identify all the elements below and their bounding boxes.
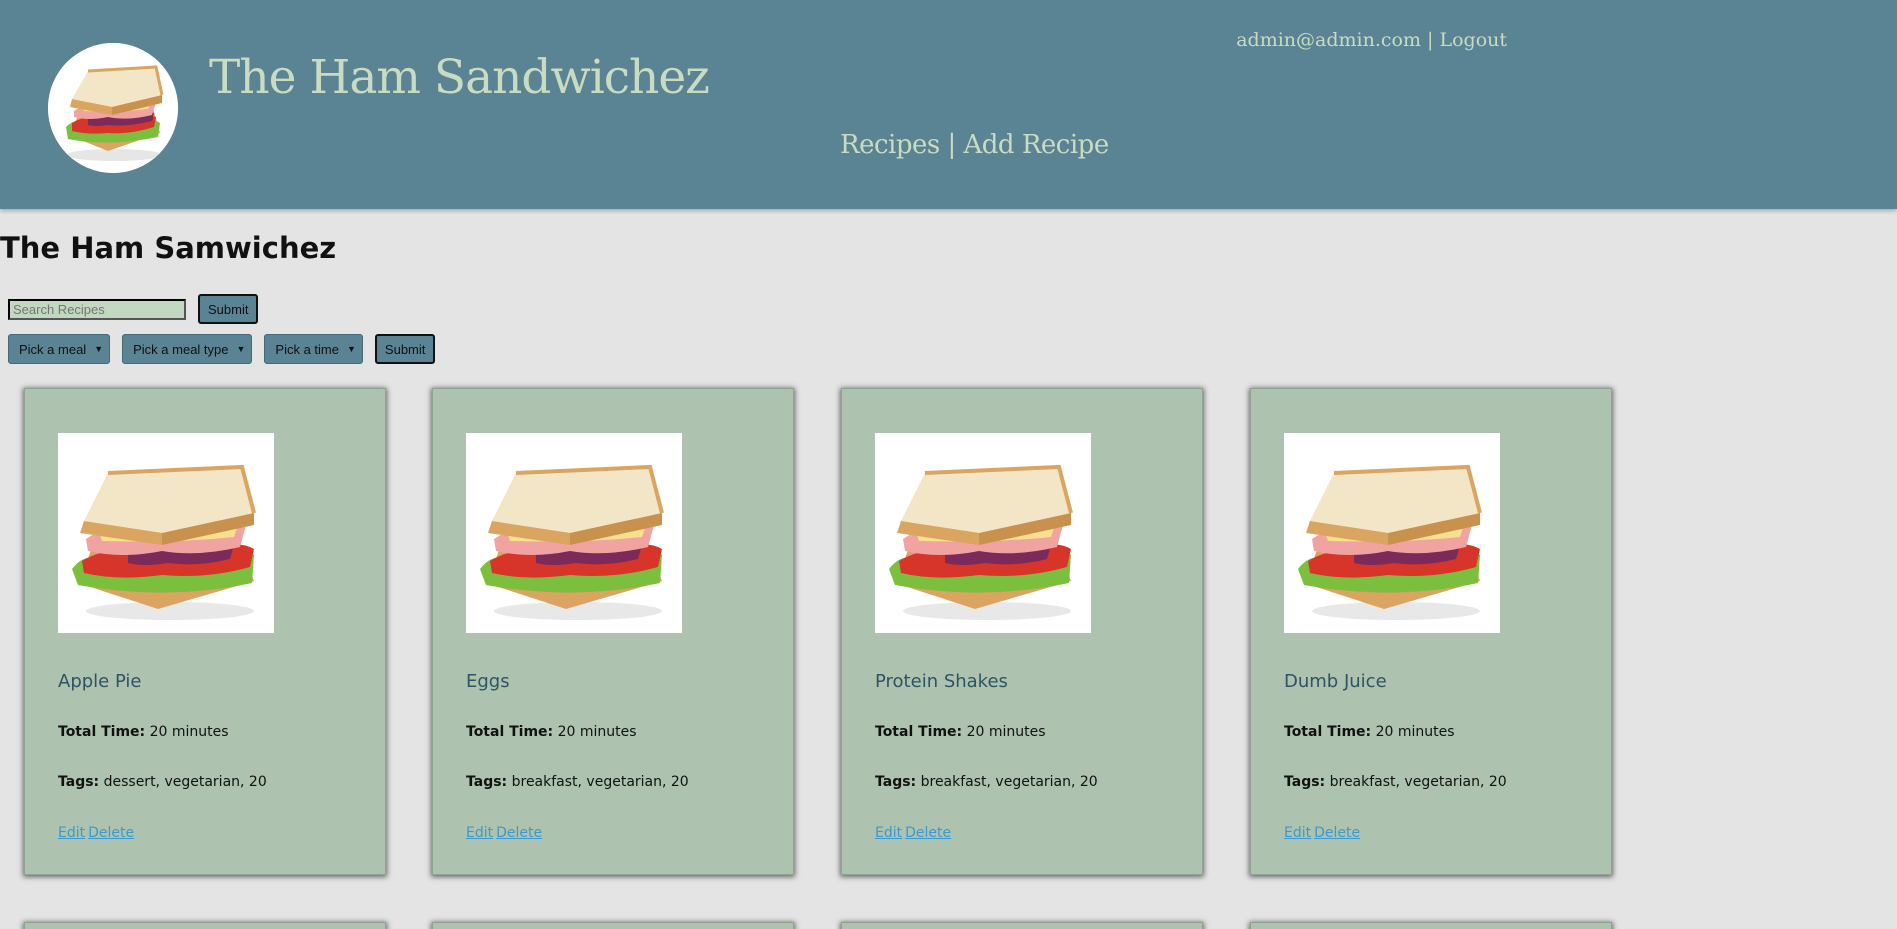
recipe-title[interactable]: Dumb Juice (1284, 671, 1387, 692)
recipe-tags: Tags: breakfast, vegetarian, 20 (1284, 774, 1507, 790)
sandwich-logo-icon[interactable] (48, 43, 178, 173)
meal-select-value: Pick a meal (19, 341, 87, 357)
recipe-card: Apple Pie Total Time: 20 minutes Tags: des… (24, 388, 386, 875)
sandwich-image-icon[interactable] (1284, 433, 1500, 633)
filter-form: Pick a meal ▼ Pick a meal type ▼ Pick a … (8, 334, 436, 364)
site-title[interactable]: The Ham Sandwichez (209, 50, 710, 105)
recipe-actions: Edit Delete (466, 825, 545, 841)
recipe-card (24, 922, 386, 929)
nav-recipes-link[interactable]: Recipes (840, 130, 940, 160)
recipe-card (1250, 922, 1612, 929)
recipe-card (841, 922, 1203, 929)
main-nav: Recipes | Add Recipe (840, 130, 1109, 160)
edit-link[interactable]: Edit (875, 825, 902, 841)
filter-submit-button[interactable]: Submit (374, 334, 436, 364)
delete-link[interactable]: Delete (1314, 825, 1360, 841)
search-submit-button[interactable]: Submit (198, 294, 259, 324)
search-input[interactable] (8, 298, 186, 320)
recipe-actions: Edit Delete (875, 825, 954, 841)
delete-link[interactable]: Delete (88, 825, 134, 841)
recipe-card: Protein Shakes Total Time: 20 minutes Tags… (841, 388, 1203, 875)
nav-add-recipe-link[interactable]: Add Recipe (964, 130, 1110, 160)
tags-label: Tags: (875, 774, 917, 790)
chevron-down-icon: ▼ (94, 344, 104, 354)
recipe-title[interactable]: Protein Shakes (875, 671, 1008, 692)
recipe-total-time: Total Time: 20 minutes (875, 724, 1046, 740)
total-time-label: Total Time: (1284, 724, 1372, 740)
total-time-value: 20 minutes (557, 724, 637, 740)
recipe-tags: Tags: dessert, vegetarian, 20 (58, 774, 267, 790)
chevron-down-icon: ▼ (347, 344, 356, 354)
recipe-title[interactable]: Eggs (466, 671, 510, 692)
logout-link[interactable]: Logout (1439, 29, 1507, 51)
tags-value: breakfast, vegetarian, 20 (920, 774, 1098, 790)
tags-value: breakfast, vegetarian, 20 (511, 774, 689, 790)
time-select[interactable]: Pick a time ▼ (264, 334, 363, 364)
recipe-total-time: Total Time: 20 minutes (1284, 724, 1455, 740)
recipe-total-time: Total Time: 20 minutes (58, 724, 229, 740)
user-email-link[interactable]: admin@admin.com (1236, 29, 1421, 51)
recipe-total-time: Total Time: 20 minutes (466, 724, 637, 740)
recipe-actions: Edit Delete (1284, 825, 1363, 841)
meal-select[interactable]: Pick a meal ▼ (8, 334, 111, 364)
total-time-value: 20 minutes (149, 724, 229, 740)
recipe-card: Eggs Total Time: 20 minutes Tags: breakfas… (432, 388, 794, 875)
delete-link[interactable]: Delete (496, 825, 542, 841)
site-header: The Ham Sandwichez admin@admin.com | Log… (0, 0, 1897, 209)
tags-label: Tags: (1284, 774, 1326, 790)
nav-separator: | (1420, 29, 1440, 51)
tags-value: dessert, vegetarian, 20 (103, 774, 267, 790)
user-nav: admin@admin.com | Logout (1236, 29, 1507, 51)
recipe-card (432, 922, 794, 929)
tags-value: breakfast, vegetarian, 20 (1329, 774, 1507, 790)
search-form: Submit (8, 294, 259, 324)
sandwich-image-icon[interactable] (466, 433, 682, 633)
edit-link[interactable]: Edit (58, 825, 85, 841)
time-select-value: Pick a time (275, 341, 339, 357)
edit-link[interactable]: Edit (1284, 825, 1311, 841)
total-time-label: Total Time: (466, 724, 554, 740)
edit-link[interactable]: Edit (466, 825, 493, 841)
recipe-title[interactable]: Apple Pie (58, 671, 142, 692)
total-time-value: 20 minutes (966, 724, 1046, 740)
page-title: The Ham Samwichez (0, 231, 337, 265)
recipe-actions: Edit Delete (58, 825, 137, 841)
sandwich-image-icon[interactable] (875, 433, 1091, 633)
nav-separator: | (939, 130, 964, 160)
total-time-label: Total Time: (875, 724, 963, 740)
total-time-label: Total Time: (58, 724, 146, 740)
meal-type-select[interactable]: Pick a meal type ▼ (122, 334, 253, 364)
delete-link[interactable]: Delete (905, 825, 951, 841)
recipe-tags: Tags: breakfast, vegetarian, 20 (875, 774, 1098, 790)
total-time-value: 20 minutes (1375, 724, 1455, 740)
recipe-tags: Tags: breakfast, vegetarian, 20 (466, 774, 689, 790)
sandwich-image-icon[interactable] (58, 433, 274, 633)
recipe-card: Dumb Juice Total Time: 20 minutes Tags: br… (1250, 388, 1612, 875)
meal-type-select-value: Pick a meal type (133, 341, 229, 357)
tags-label: Tags: (58, 774, 100, 790)
chevron-down-icon: ▼ (236, 344, 246, 354)
tags-label: Tags: (466, 774, 508, 790)
